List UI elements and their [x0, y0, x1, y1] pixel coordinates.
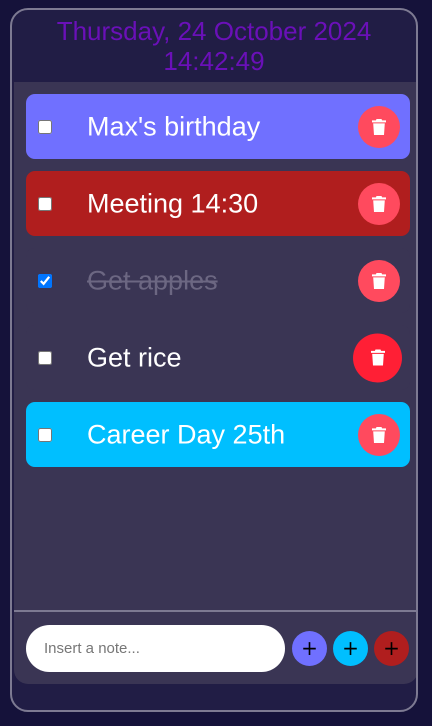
trash-icon: [372, 272, 386, 289]
clock-header: Thursday, 24 October 2024 14:42:49: [12, 10, 416, 82]
note-checkbox[interactable]: [38, 350, 52, 365]
delete-note-button[interactable]: [358, 413, 400, 456]
current-date: Thursday, 24 October 2024: [56, 16, 372, 46]
delete-note-button[interactable]: [353, 333, 402, 382]
note-item: Get apples: [26, 248, 410, 313]
note-input-row: + + +: [26, 625, 410, 672]
note-text: Meeting 14:30: [87, 188, 259, 218]
note-text: Max's birthday: [87, 111, 261, 141]
note-item: Career Day 25th: [26, 402, 410, 467]
note-checkbox[interactable]: [38, 273, 52, 288]
note-checkbox[interactable]: [38, 119, 52, 134]
note-text: Career Day 25th: [87, 419, 286, 449]
trash-icon: [370, 349, 385, 366]
trash-icon: [372, 426, 386, 443]
note-checkbox[interactable]: [38, 196, 52, 211]
app-window: Thursday, 24 October 2024 14:42:49 Max's…: [10, 8, 418, 712]
notes-list: Max's birthday Meeting 14:30 Get apples: [26, 94, 410, 479]
note-text: Get apples: [87, 265, 218, 295]
delete-note-button[interactable]: [358, 182, 400, 225]
input-divider: [14, 610, 416, 612]
trash-icon: [372, 195, 386, 212]
add-note-purple-button[interactable]: +: [292, 631, 327, 666]
note-checkbox[interactable]: [38, 427, 52, 442]
note-item: Max's birthday: [26, 94, 410, 159]
add-note-red-button[interactable]: +: [374, 631, 409, 666]
note-text: Get rice: [87, 342, 182, 372]
note-item: Meeting 14:30: [26, 171, 410, 236]
add-note-blue-button[interactable]: +: [333, 631, 368, 666]
notes-panel: Max's birthday Meeting 14:30 Get apples: [14, 82, 416, 684]
delete-note-button[interactable]: [358, 259, 400, 302]
note-input[interactable]: [26, 625, 285, 672]
current-time: 14:42:49: [163, 46, 265, 76]
trash-icon: [372, 118, 386, 135]
note-item: Get rice: [26, 325, 410, 390]
delete-note-button[interactable]: [358, 105, 400, 148]
